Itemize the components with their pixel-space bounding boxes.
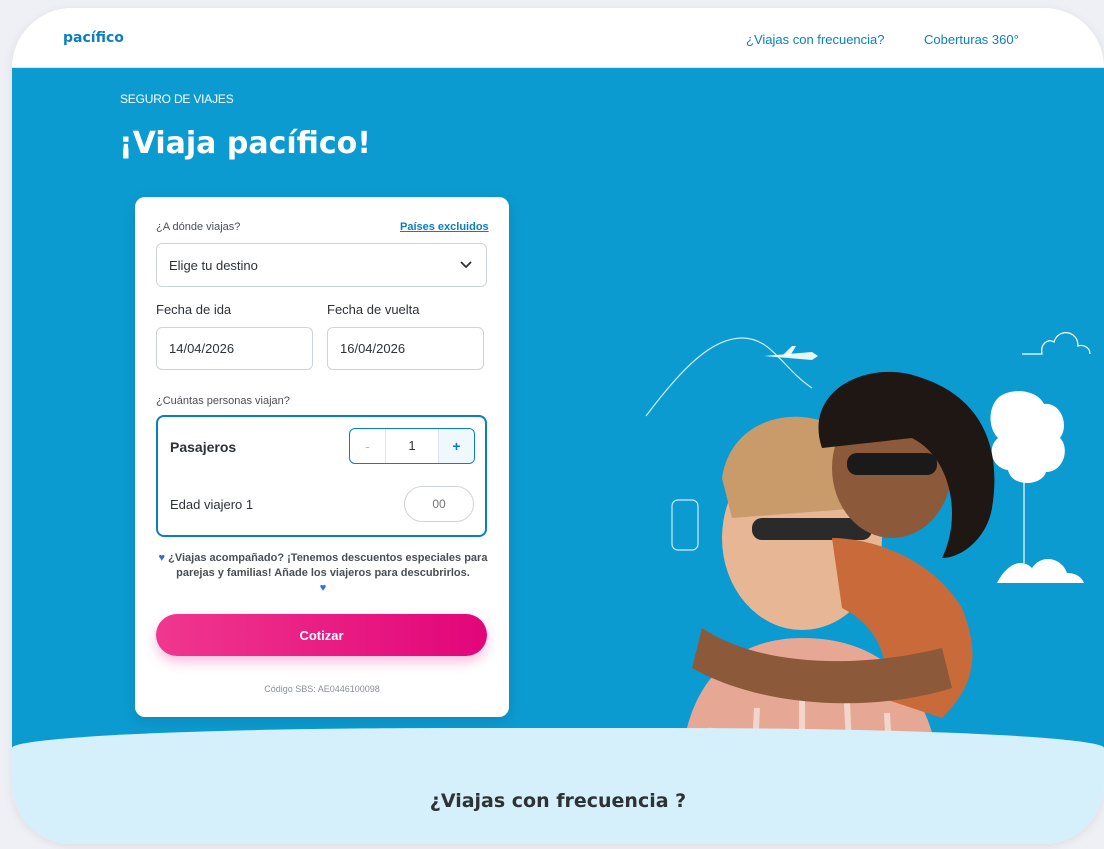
departure-date-label: Fecha de ida — [156, 302, 232, 317]
return-date-value: 16/04/2026 — [340, 341, 406, 356]
destination-placeholder: Elige tu destino — [169, 258, 258, 273]
promo-text: ¿Viajas acompañado? ¡Tenemos descuentos … — [168, 552, 488, 579]
heart-icon: ♥ — [158, 552, 166, 564]
decrease-passengers-button[interactable]: - — [350, 429, 386, 463]
sbs-code: Código SBS: AE0446100098 — [264, 684, 380, 694]
chevron-down-icon — [460, 261, 472, 269]
excluded-countries-link[interactable]: Países excluidos — [400, 221, 489, 233]
hero-eyebrow: SEGURO DE VIAJES — [120, 92, 234, 106]
quote-button[interactable]: Cotizar — [156, 614, 487, 656]
return-date-label: Fecha de vuelta — [327, 302, 420, 317]
return-date-field[interactable]: 16/04/2026 — [327, 327, 484, 370]
frequent-travel-title: ¿Viajas con frecuencia ? — [429, 790, 687, 812]
airplane-icon — [764, 346, 818, 360]
cloud-icon — [1022, 332, 1091, 355]
passengers-label: Pasajeros — [170, 439, 237, 455]
departure-date-field[interactable]: 14/04/2026 — [156, 327, 313, 370]
pacifico-logo[interactable]: pacífico — [63, 30, 124, 46]
hero-title: ¡Viaja pacífico! — [119, 126, 371, 161]
passenger-count: 1 — [408, 438, 416, 453]
passengers-box: Pasajeros - 1 + Edad viajero 1 — [156, 415, 487, 537]
nav-frequent-travel[interactable]: ¿Viajas con frecuencia? — [746, 32, 885, 47]
browser-viewport: pacífico ¿Viajas con frecuencia? Cobertu… — [12, 8, 1104, 844]
traveler-age-input[interactable] — [404, 486, 474, 522]
passenger-stepper: - 1 + — [349, 428, 475, 464]
increase-passengers-button[interactable]: + — [438, 429, 474, 463]
destination-select[interactable]: Elige tu destino — [156, 243, 487, 287]
promo-message: ♥ ¿Viajas acompañado? ¡Tenemos descuento… — [153, 551, 493, 596]
traveler-age-label: Edad viajero 1 — [170, 497, 254, 512]
frequent-travel-section — [12, 728, 1104, 844]
quote-form-card: ¿A dónde viajas? Países excluidos Elige … — [135, 197, 509, 717]
heart-icon: ♥ — [319, 582, 327, 594]
departure-date-value: 14/04/2026 — [169, 341, 235, 356]
nav-coverages-360[interactable]: Coberturas 360° — [924, 32, 1019, 47]
destination-question: ¿A dónde viajas? — [156, 221, 241, 233]
people-question: ¿Cuántas personas viajan? — [156, 395, 290, 407]
top-navigation: pacífico ¿Viajas con frecuencia? Cobertu… — [12, 8, 1104, 68]
